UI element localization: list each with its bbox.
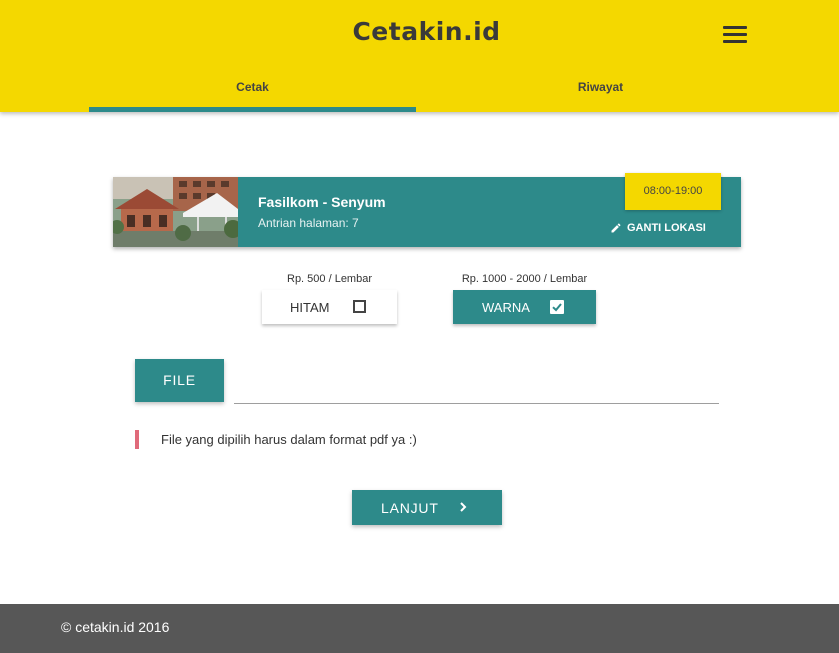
copyright-text: © cetakin.id 2016 [61, 619, 170, 635]
app-header: Cetakin.id Cetak Riwayat [0, 0, 839, 112]
opening-hours-badge: 08:00-19:00 [625, 173, 721, 210]
file-button[interactable]: FILE [135, 359, 224, 402]
file-path-input[interactable] [234, 368, 719, 404]
change-location-button[interactable]: GANTI LOKASI [610, 222, 706, 234]
logo[interactable]: Cetakin.id [0, 17, 839, 46]
next-button-label: LANJUT [381, 499, 439, 516]
location-photo [113, 177, 238, 247]
file-format-notice: File yang dipilih harus dalam format pdf… [161, 432, 417, 447]
notice-accent-bar [135, 430, 139, 449]
unchecked-checkbox-icon[interactable] [353, 300, 366, 313]
checked-checkbox-icon[interactable] [550, 300, 564, 314]
hamburger-menu-icon[interactable] [723, 26, 747, 44]
next-button[interactable]: LANJUT [352, 490, 502, 525]
location-name: Fasilkom - Senyum [258, 194, 386, 210]
warna-toggle-button[interactable]: WARNA [453, 290, 596, 324]
location-card: Fasilkom - Senyum Antrian halaman: 7 08:… [113, 173, 741, 247]
hitam-label: HITAM [290, 299, 330, 315]
tab-riwayat[interactable]: Riwayat [437, 80, 764, 112]
hitam-toggle-button[interactable]: HITAM [262, 290, 397, 324]
warna-label: WARNA [482, 299, 530, 315]
queue-count: Antrian halaman: 7 [258, 216, 359, 230]
pencil-icon [611, 223, 621, 233]
chevron-right-icon [460, 502, 467, 512]
footer: © cetakin.id 2016 [0, 604, 839, 653]
price-warna: Rp. 1000 - 2000 / Lembar [461, 273, 588, 285]
change-location-label: GANTI LOKASI [627, 222, 706, 234]
active-tab-indicator [89, 107, 416, 112]
price-hitam: Rp. 500 / Lembar [287, 273, 372, 285]
